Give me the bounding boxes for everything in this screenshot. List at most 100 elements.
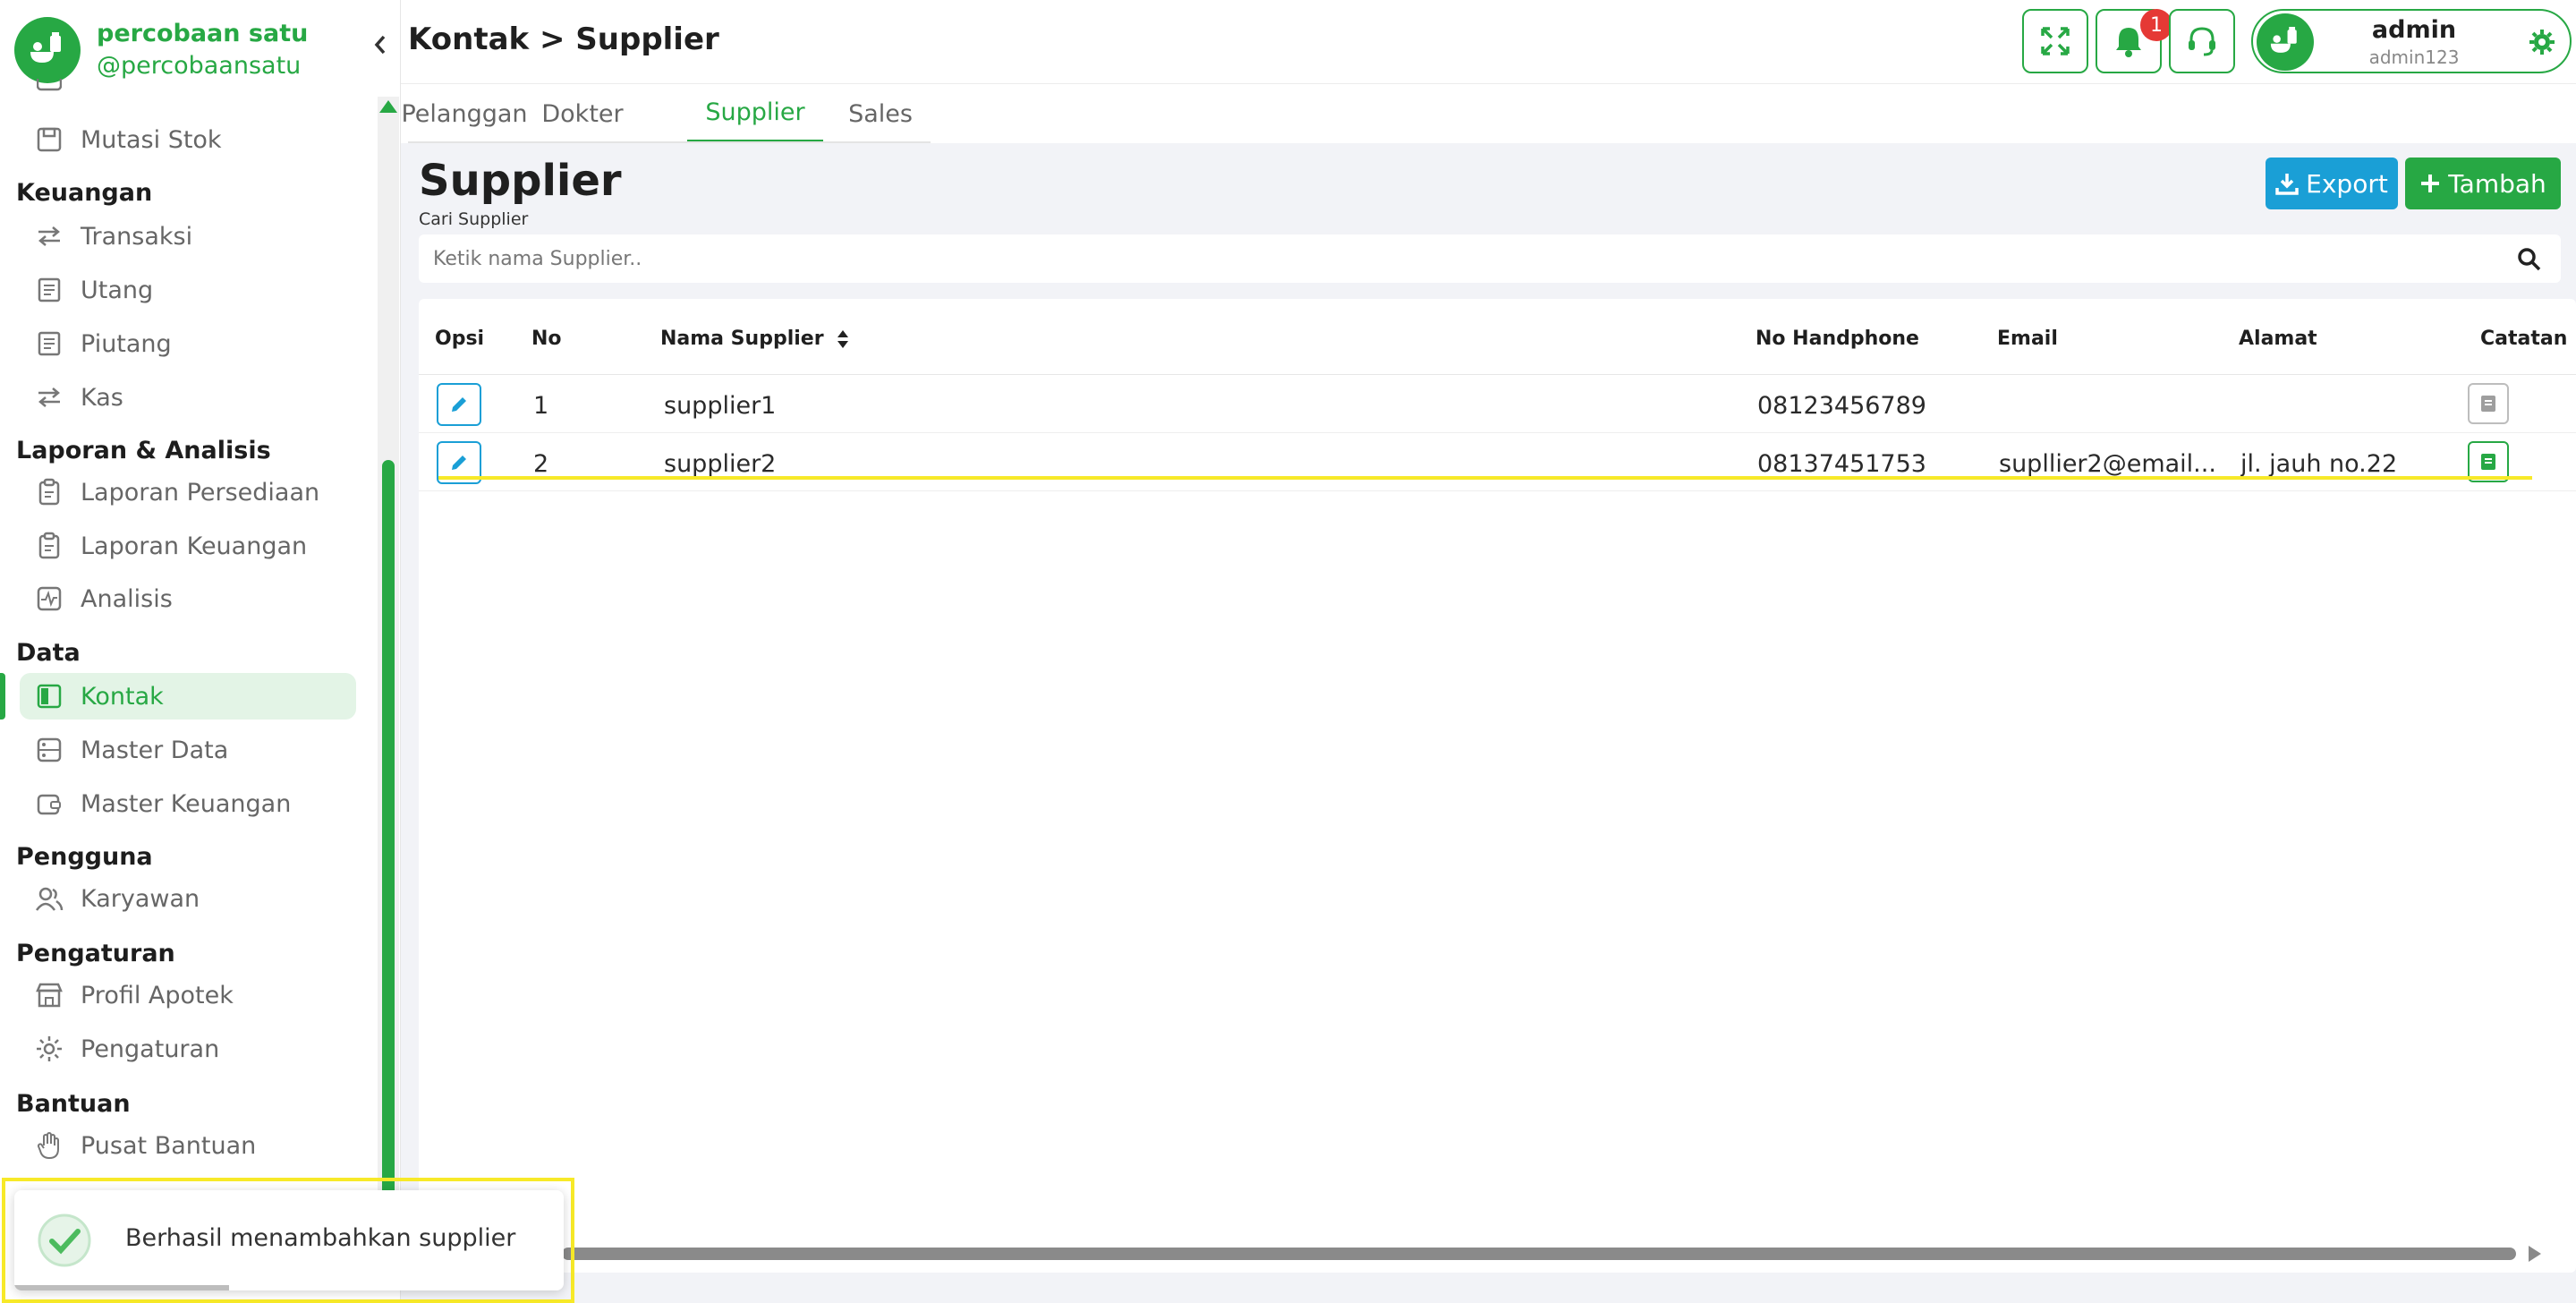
edit-button[interactable]	[437, 383, 481, 426]
sidebar-item-karyawan[interactable]: Karyawan	[20, 875, 356, 922]
headset-icon	[2189, 27, 2215, 56]
cell-alamat: jl. jauh no.22	[2240, 450, 2398, 478]
search-box	[419, 234, 2561, 283]
column-header-email: Email	[1997, 328, 2058, 350]
active-indicator	[0, 673, 5, 720]
sidebar-item-label: Piutang	[81, 329, 172, 358]
sidebar-item-utang[interactable]: Utang	[20, 267, 356, 313]
sidebar-item-label: Transaksi	[81, 222, 193, 251]
expand-icon	[2041, 27, 2070, 55]
sidebar-item-label: Utang	[81, 276, 154, 304]
search-input[interactable]	[433, 234, 2491, 283]
sidebar-item-transaksi[interactable]: Transaksi	[20, 213, 356, 260]
sidebar-item-profil-apotek[interactable]: Profil Apotek	[20, 972, 356, 1018]
notification-badge: 1	[2140, 9, 2172, 41]
section-laporan-analisis: Laporan & Analisis	[16, 437, 271, 464]
notification-button[interactable]: 1	[2096, 9, 2172, 73]
receipt-icon	[34, 328, 64, 359]
add-label: Tambah	[2448, 168, 2546, 199]
tab-dokter[interactable]: Dokter	[533, 84, 632, 143]
sidebar-item-label: Laporan Persediaan	[81, 478, 320, 507]
sidebar-item-label: Kas	[81, 383, 123, 412]
user-menu[interactable]: admin admin123	[2251, 9, 2572, 73]
floppy-disk-icon	[34, 124, 64, 155]
scroll-up-arrow-icon[interactable]	[379, 100, 397, 113]
sidebar-item-label: Mutasi Stok	[81, 125, 222, 154]
sidebar-item-laporan-keuangan[interactable]: Laporan Keuangan	[20, 523, 356, 569]
sidebar-item-label: Pusat Bantuan	[81, 1131, 257, 1160]
note-button[interactable]	[2468, 383, 2509, 424]
download-icon	[2275, 174, 2299, 195]
main-content: Supplier Cari Supplier Export Tambah Ops…	[401, 143, 2576, 1303]
section-bantuan: Bantuan	[16, 1090, 131, 1118]
pencil-icon	[452, 397, 466, 412]
user-username: admin123	[2368, 47, 2460, 68]
chevron-left-icon	[374, 35, 386, 55]
gear-icon	[34, 1034, 64, 1064]
supplier-table: Opsi No Nama Supplier No Handphone Email…	[419, 299, 2576, 1273]
column-header-no: No	[531, 328, 562, 350]
store-icon	[34, 980, 64, 1010]
tab-supplier[interactable]: Supplier	[687, 84, 823, 143]
cell-no-handphone: 08123456789	[1757, 392, 1926, 420]
brand-name: percobaan satu	[97, 20, 309, 47]
sidebar-item-analisis[interactable]: Analisis	[20, 575, 356, 622]
sidebar-item-label: Karyawan	[81, 884, 200, 913]
column-header-opsi: Opsi	[435, 328, 485, 350]
note-book-icon	[2481, 454, 2495, 470]
export-label: Export	[2306, 168, 2388, 199]
activity-chart-icon	[34, 583, 64, 614]
database-icon	[34, 735, 64, 765]
column-header-no-handphone: No Handphone	[1756, 328, 1919, 350]
sidebar-item-kas[interactable]: Kas	[20, 374, 356, 421]
breadcrumb: Kontak > Supplier	[408, 21, 719, 57]
receipt-icon	[34, 275, 64, 305]
cell-no: 2	[533, 450, 549, 478]
sidebar-item-laporan-persediaan[interactable]: Laporan Persediaan	[20, 469, 356, 515]
hand-icon	[34, 1130, 64, 1161]
toast-message: Berhasil menambahkan supplier	[125, 1224, 516, 1252]
sidebar-item-partial[interactable]	[20, 73, 356, 100]
scroll-right-arrow-icon[interactable]	[2529, 1246, 2541, 1262]
table-row: 2 supplier2 08137451753 supllier2@email.…	[419, 434, 2576, 491]
sort-icon[interactable]	[837, 329, 849, 349]
sidebar-item-master-keuangan[interactable]: Master Keuangan	[20, 780, 356, 827]
sidebar-scrollbar[interactable]	[378, 97, 399, 1251]
fullscreen-button[interactable]	[2022, 9, 2088, 73]
search-icon[interactable]	[2516, 246, 2541, 271]
sidebar-item-pengaturan[interactable]: Pengaturan	[20, 1026, 356, 1072]
column-header-alamat: Alamat	[2239, 328, 2317, 350]
cell-nama: supplier1	[664, 392, 777, 420]
add-supplier-button[interactable]: Tambah	[2405, 158, 2561, 209]
column-header-catatan: Catatan	[2480, 328, 2568, 350]
sidebar-item-label: Profil Apotek	[81, 981, 234, 1009]
sidebar-item-kontak[interactable]: Kontak	[20, 673, 356, 720]
export-button[interactable]: Export	[2266, 158, 2398, 209]
top-header: Kontak > Supplier 1 admin admin123	[401, 0, 2576, 84]
sidebar-scroll-thumb[interactable]	[382, 460, 395, 1248]
sidebar-item-piutang[interactable]: Piutang	[20, 320, 356, 367]
horizontal-scroll-thumb[interactable]	[562, 1248, 2516, 1260]
column-header-nama[interactable]: Nama Supplier	[660, 328, 849, 350]
section-keuangan: Keuangan	[16, 179, 153, 207]
sidebar-item-master-data[interactable]: Master Data	[20, 727, 356, 773]
horizontal-scrollbar[interactable]	[562, 1246, 2541, 1262]
tab-sales[interactable]: Sales	[836, 84, 925, 143]
collapse-sidebar-button[interactable]	[367, 29, 394, 61]
table-row: 1 supplier1 08123456789	[419, 376, 2576, 433]
sidebar-item-mutasi-stok[interactable]: Mutasi Stok	[20, 116, 356, 163]
section-pengaturan: Pengaturan	[16, 940, 175, 967]
support-button[interactable]	[2169, 9, 2235, 73]
wallet-icon	[34, 788, 64, 819]
sidebar-item-label: Pengaturan	[81, 1035, 220, 1063]
settings-gear-icon[interactable]	[2529, 29, 2555, 55]
success-toast[interactable]: Berhasil menambahkan supplier	[14, 1190, 564, 1290]
search-label: Cari Supplier	[419, 209, 529, 229]
user-name: admin	[2371, 16, 2457, 44]
tab-pelanggan[interactable]: Pelanggan	[401, 84, 527, 143]
cell-no: 1	[533, 392, 549, 420]
sidebar-item-label: Master Keuangan	[81, 789, 292, 818]
column-header-label: Nama Supplier	[660, 328, 824, 350]
clipboard-icon	[34, 531, 64, 561]
sidebar-item-pusat-bantuan[interactable]: Pusat Bantuan	[20, 1122, 356, 1169]
